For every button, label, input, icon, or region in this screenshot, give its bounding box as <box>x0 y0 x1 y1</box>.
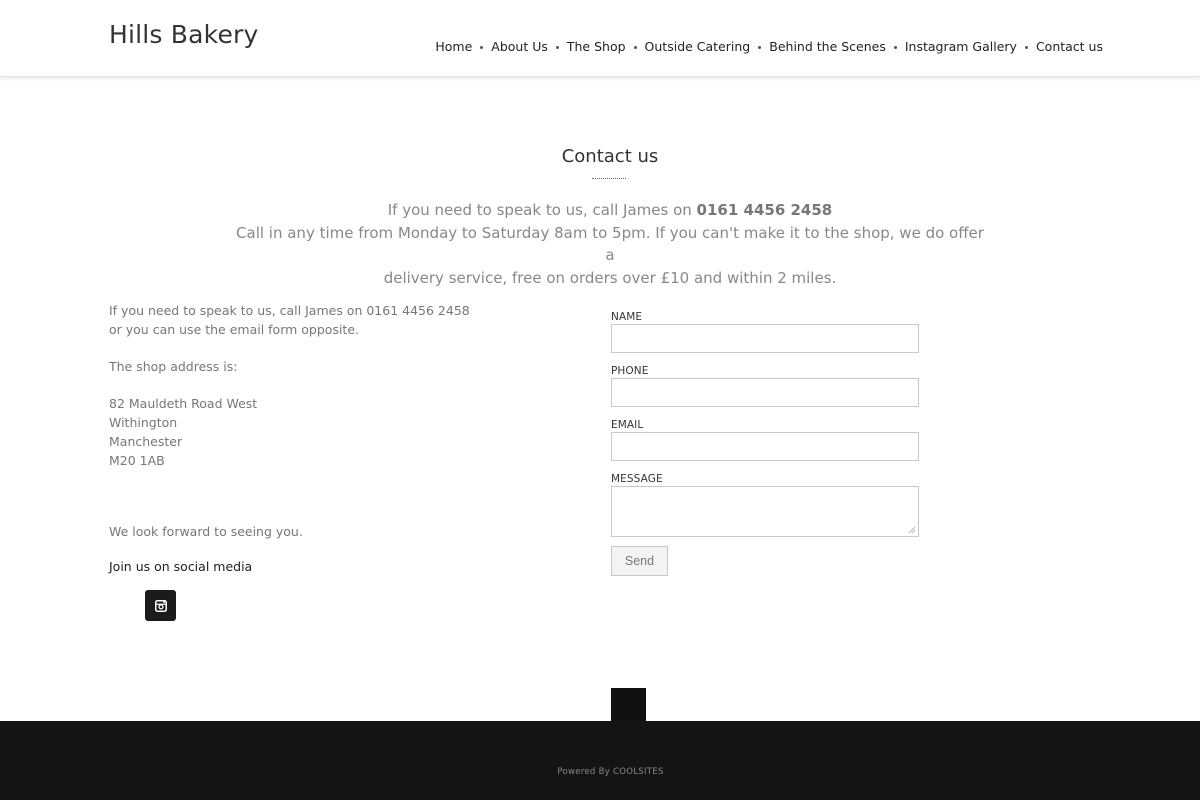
title-divider <box>592 178 626 179</box>
contact-form: NAME PHONE EMAIL MESSAGE Send <box>611 310 921 576</box>
address-line: M20 1AB <box>109 453 165 468</box>
intro-line-2: Call in any time from Monday to Saturday… <box>236 223 984 265</box>
main-nav: Home About Us The Shop Outside Catering … <box>435 39 1103 54</box>
nav-about-us[interactable]: About Us <box>491 39 548 54</box>
instagram-button[interactable] <box>145 590 176 621</box>
send-button[interactable]: Send <box>611 546 668 576</box>
site-footer <box>0 721 1200 800</box>
name-label: NAME <box>611 311 643 323</box>
address-line: 82 Mauldeth Road West <box>109 396 258 411</box>
intro-line-3: delivery service, free on orders over £1… <box>383 268 837 287</box>
page-title: Contact us <box>561 146 659 167</box>
email-label: EMAIL <box>611 419 644 431</box>
intro-line-1: If you need to speak to us, call James o… <box>230 199 990 222</box>
phone-field[interactable] <box>611 378 919 407</box>
instagram-icon <box>154 599 167 612</box>
nav-separator <box>480 46 484 49</box>
name-field[interactable] <box>611 324 919 353</box>
social-label: Join us on social media <box>109 559 253 574</box>
nav-home[interactable]: Home <box>435 39 472 54</box>
intro-line-1-text: If you need to speak to us, call James o… <box>387 201 697 219</box>
call-line: If you need to speak to us, call James o… <box>109 303 470 318</box>
address-intro: The shop address is: <box>109 359 238 374</box>
nav-separator <box>555 46 559 49</box>
email-form-line: or you can use the email form opposite. <box>109 322 359 337</box>
nav-contact-us[interactable]: Contact us <box>1036 39 1103 54</box>
nav-outside-catering[interactable]: Outside Catering <box>645 39 751 54</box>
nav-behind-the-scenes[interactable]: Behind the Scenes <box>769 39 886 54</box>
nav-separator <box>633 46 637 49</box>
site-header: Hills Bakery Home About Us The Shop Outs… <box>0 0 1200 77</box>
phone-label: PHONE <box>611 365 649 377</box>
nav-instagram-gallery[interactable]: Instagram Gallery <box>905 39 1017 54</box>
powered-by[interactable]: Powered By COOLSITES <box>0 767 1200 777</box>
intro-text: If you need to speak to us, call James o… <box>230 199 990 289</box>
nav-separator <box>1024 46 1028 49</box>
intro-phone: 0161 4456 2458 <box>696 201 833 219</box>
message-label: MESSAGE <box>611 473 663 485</box>
nav-the-shop[interactable]: The Shop <box>567 39 626 54</box>
site-logo[interactable]: Hills Bakery <box>109 20 259 49</box>
address-line: Withington <box>109 415 178 430</box>
closing-text: We look forward to seeing you. <box>109 524 303 539</box>
message-field[interactable] <box>611 486 919 537</box>
nav-separator <box>893 46 897 49</box>
resize-grip-icon[interactable] <box>908 526 916 534</box>
email-field[interactable] <box>611 432 919 461</box>
address-line: Manchester <box>109 434 183 449</box>
back-to-top-button[interactable] <box>611 688 646 722</box>
nav-separator <box>758 46 762 49</box>
contact-info: If you need to speak to us, call James o… <box>109 301 529 576</box>
